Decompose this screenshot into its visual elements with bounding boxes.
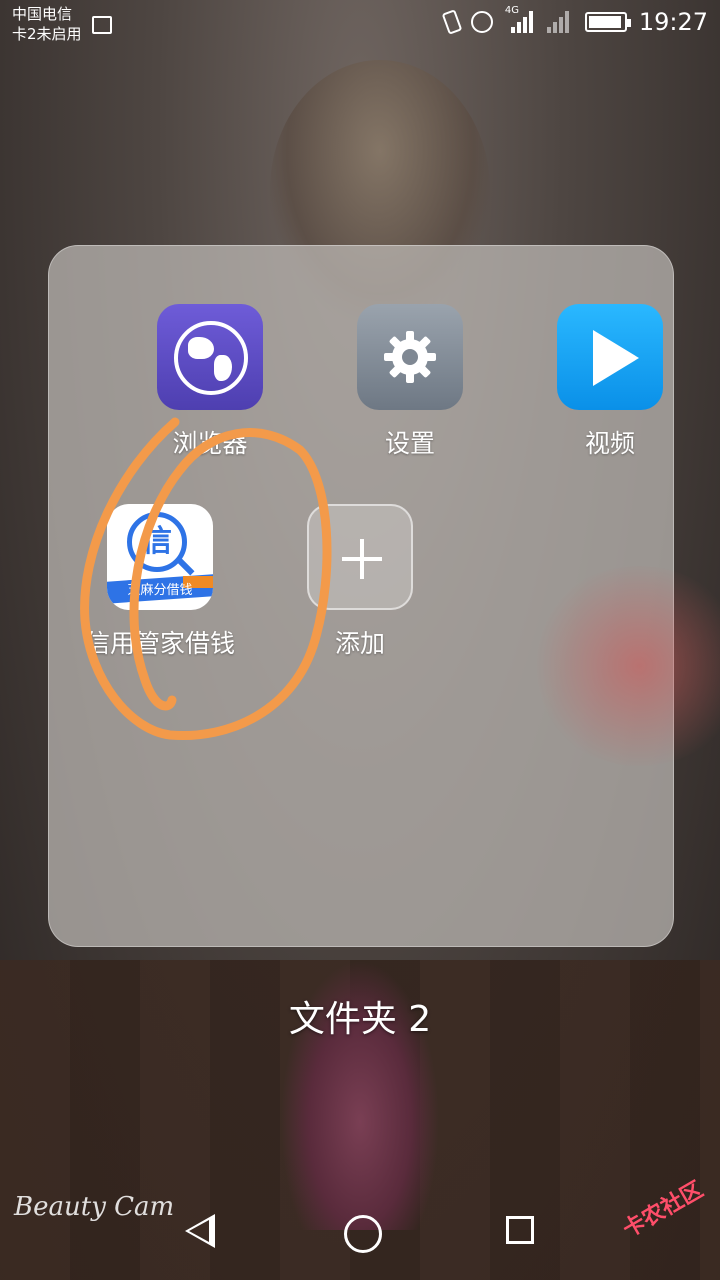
- app-credit-loan[interactable]: 信 芝麻分借钱 信用管家借钱: [60, 504, 260, 660]
- app-video[interactable]: 视频: [510, 304, 710, 460]
- app-label-add: 添加: [334, 629, 385, 658]
- back-icon-inner: [189, 1220, 209, 1242]
- wallpaper-blur-blob: [529, 566, 720, 766]
- network-type-label: 4G: [504, 5, 519, 16]
- recents-icon[interactable]: [506, 1216, 534, 1244]
- home-icon[interactable]: [344, 1215, 382, 1253]
- battery-icon: [584, 12, 631, 32]
- plus-icon[interactable]: [307, 504, 413, 610]
- carrier-name: 中国电信: [12, 5, 73, 23]
- gear-icon[interactable]: [357, 304, 463, 410]
- screenshot-icon: [92, 16, 112, 34]
- folder-panel: 浏览器 设置 视频 信 芝麻分借钱 信用管家借钱 添加: [48, 245, 720, 947]
- status-icons: 4G 19:27: [441, 5, 708, 36]
- app-label-credit-loan: 信用管家借钱: [84, 629, 235, 658]
- app-settings[interactable]: 设置: [310, 304, 510, 460]
- xin-app-icon[interactable]: 信 芝麻分借钱: [107, 504, 213, 610]
- sim2-status: 卡2未启用: [12, 25, 82, 43]
- app-browser[interactable]: 浏览器: [110, 304, 310, 460]
- battery-fill: [588, 16, 622, 28]
- signal-icon-sim2: [545, 11, 573, 33]
- clock: 19:27: [638, 8, 708, 36]
- carrier-info: 中国电信 卡2未启用: [12, 4, 82, 44]
- app-label-browser: 浏览器: [172, 429, 248, 458]
- vibrate-icon: [441, 9, 463, 35]
- app-icon-badge-text: 芝麻分借钱: [127, 583, 193, 598]
- app-label-video: 视频: [584, 429, 635, 458]
- status-bar: 中国电信 卡2未启用 4G 19:27: [0, 0, 720, 52]
- alarm-icon: [470, 11, 493, 33]
- add-app-button[interactable]: 添加: [260, 504, 460, 660]
- folder-title[interactable]: 文件夹 2: [0, 990, 720, 1042]
- browser-globe-icon[interactable]: [157, 304, 263, 410]
- signal-icon: 4G: [505, 5, 533, 33]
- play-icon[interactable]: [557, 304, 663, 410]
- app-label-settings: 设置: [384, 429, 435, 458]
- beautycam-watermark: Beauty Cam: [14, 1192, 175, 1222]
